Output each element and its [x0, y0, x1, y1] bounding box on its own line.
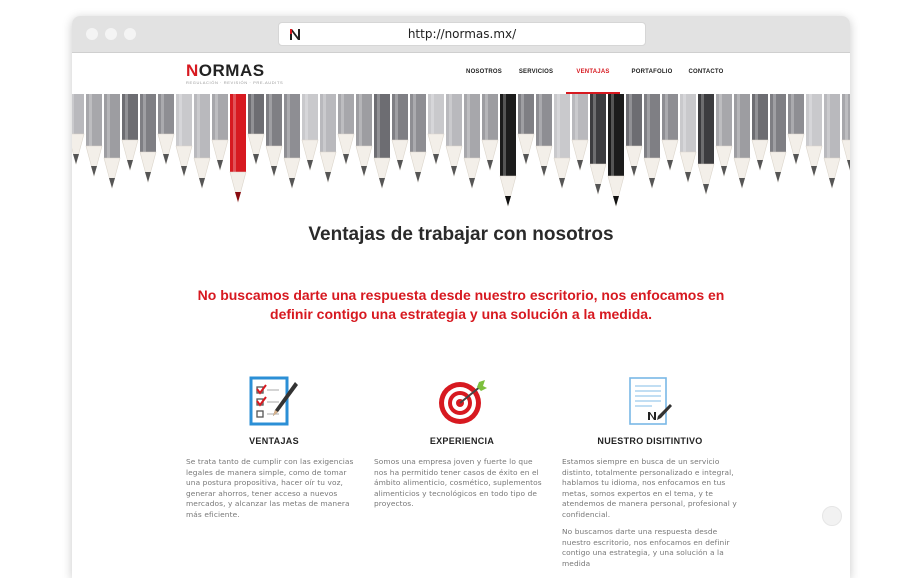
url-text: http://normas.mx/	[407, 27, 517, 41]
pencil	[517, 94, 535, 166]
pencil	[193, 94, 211, 190]
document-signed-icon	[629, 377, 672, 425]
pencil	[72, 94, 85, 166]
nav-item-servicios[interactable]: SERVICIOS	[518, 53, 554, 92]
pencil	[121, 94, 139, 172]
tagline-line-1: No buscamos darte una respuesta desde nu…	[197, 287, 725, 303]
pencil	[841, 94, 850, 172]
site-header: NORMAS REGULACIÓN · REVISIÓN · PRE-AUDIT…	[72, 53, 850, 94]
pencil	[211, 94, 229, 172]
pencil	[589, 94, 607, 196]
pencil	[445, 94, 463, 178]
pencil	[751, 94, 769, 172]
window-minimize-dot[interactable]	[105, 28, 117, 40]
pencil	[301, 94, 319, 172]
pencil	[535, 94, 553, 178]
pencil	[769, 94, 787, 184]
hero-banner	[72, 94, 850, 232]
pencil	[553, 94, 571, 190]
pencil	[571, 94, 589, 172]
pencil	[175, 94, 193, 178]
feature-paragraph: Se trata tanto de cumplir con las exigen…	[186, 457, 354, 519]
browser-window: http://normas.mx/ NORMAS REGULACIÓN · RE…	[72, 16, 850, 578]
browser-toolbar: http://normas.mx/	[72, 16, 850, 53]
pencil	[337, 94, 355, 166]
pencil	[715, 94, 733, 178]
pencil	[283, 94, 301, 190]
pencil	[229, 94, 247, 204]
pencil	[823, 94, 841, 190]
pencil	[319, 94, 337, 184]
pencils-banner	[72, 94, 850, 208]
pencil	[697, 94, 715, 196]
pencil	[391, 94, 409, 172]
pencil	[499, 94, 517, 208]
pencil	[409, 94, 427, 184]
site-logo[interactable]: NORMAS REGULACIÓN · REVISIÓN · PRE-AUDIT…	[186, 62, 283, 85]
pencil	[481, 94, 499, 172]
pencil	[373, 94, 391, 190]
pencil	[427, 94, 445, 166]
pencil	[805, 94, 823, 178]
window-close-dot[interactable]	[86, 28, 98, 40]
nav-item-ventajas[interactable]: VENTAJAS	[566, 53, 620, 94]
tagline-line-2: definir contigo una estrategia y una sol…	[270, 306, 652, 322]
feature-title-experiencia: EXPERIENCIA	[429, 436, 495, 446]
window-maximize-dot[interactable]	[124, 28, 136, 40]
feature-text-experiencia: Somos una empresa joven y fuerte lo que …	[374, 457, 548, 517]
pencil	[643, 94, 661, 190]
logo-wordmark: NORMAS	[186, 61, 265, 80]
feature-paragraph: Somos una empresa joven y fuerte lo que …	[374, 457, 542, 508]
pencil	[355, 94, 373, 178]
tagline: No buscamos darte una respuesta desde nu…	[172, 286, 750, 324]
pencil	[139, 94, 157, 184]
feature-text-ventajas: Se trata tanto de cumplir con las exigen…	[186, 457, 358, 527]
target-icon	[439, 380, 487, 424]
pencil	[265, 94, 283, 178]
checklist-icon	[249, 376, 298, 426]
feature-title-ventajas: VENTAJAS	[249, 436, 299, 446]
pencil	[463, 94, 481, 190]
nav-item-portafolio[interactable]: PORTAFOLIO	[630, 53, 674, 92]
feature-text-distintivo: Estamos siempre en busca de un servicio …	[562, 457, 738, 576]
logo-tagline: REGULACIÓN · REVISIÓN · PRE-AUDITS	[186, 80, 284, 85]
pencil	[103, 94, 121, 190]
feature-paragraph: Estamos siempre en busca de un servicio …	[562, 457, 737, 519]
chevron-up-icon[interactable]	[822, 506, 842, 526]
pencil	[607, 94, 625, 208]
pencil	[625, 94, 643, 178]
nav-item-nosotros[interactable]: NOSOTROS	[466, 53, 502, 92]
feature-paragraph: No buscamos darte una respuesta desde nu…	[562, 527, 730, 568]
nav-item-contacto[interactable]: CONTACTO	[686, 53, 726, 92]
section-title: Ventajas de trabajar con nosotros	[308, 224, 614, 245]
address-bar[interactable]: http://normas.mx/	[278, 22, 646, 46]
pencil	[679, 94, 697, 184]
pencil	[787, 94, 805, 166]
pencil	[157, 94, 175, 166]
feature-title-distintivo: NUESTRO DISITINTIVO	[597, 436, 703, 446]
pencil	[247, 94, 265, 166]
pencil	[733, 94, 751, 190]
pencil	[85, 94, 103, 178]
pencil	[661, 94, 679, 172]
